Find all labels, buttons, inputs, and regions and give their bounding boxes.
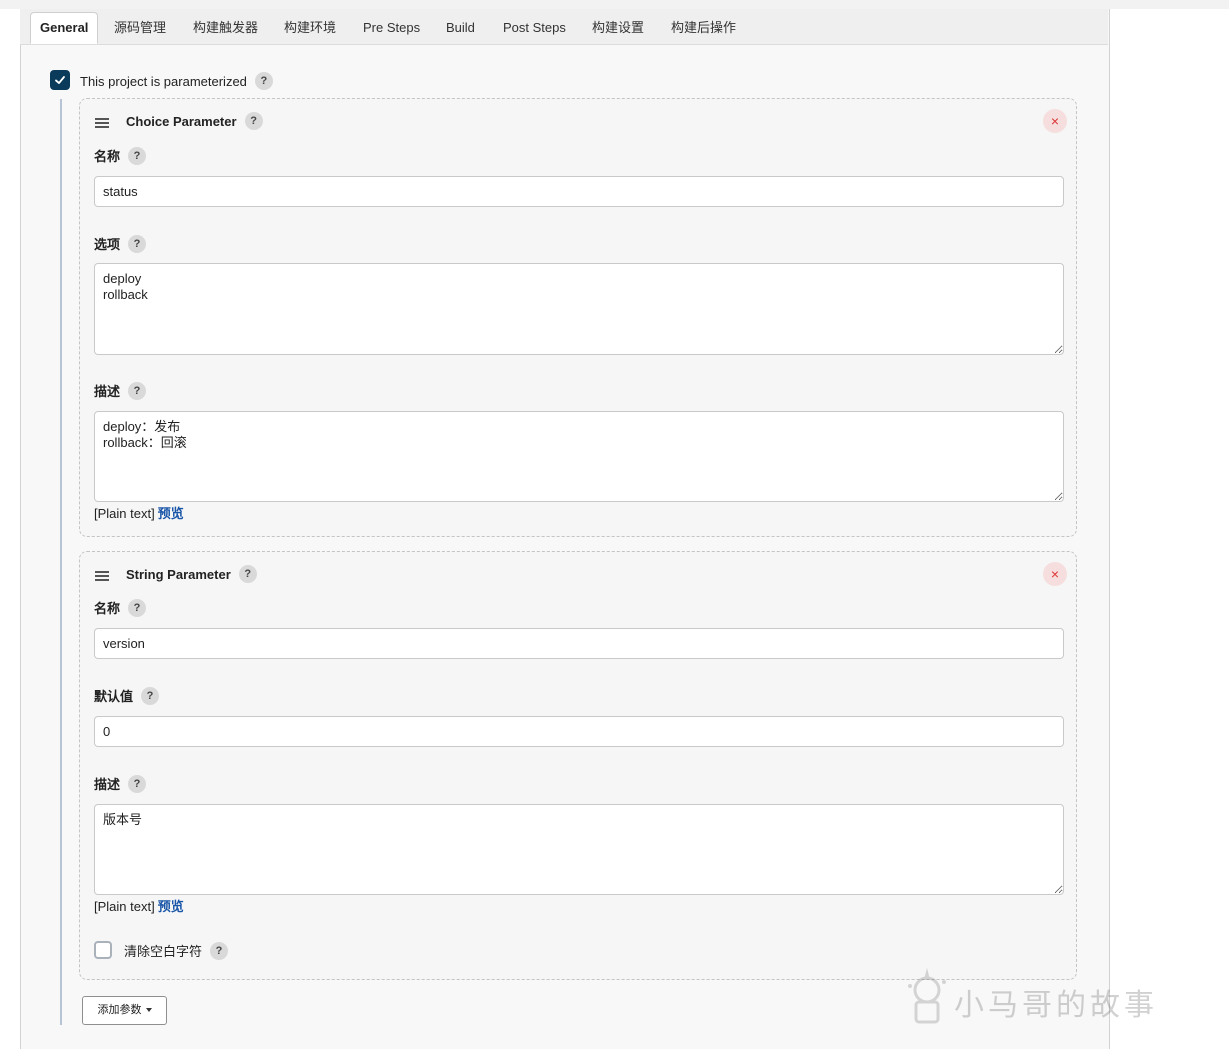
help-icon[interactable]: ? — [210, 941, 229, 960]
caret-down-icon — [145, 1008, 152, 1013]
watermark: 小马哥的故事 — [902, 966, 1172, 1026]
help-icon[interactable]: ? — [238, 565, 257, 583]
choice-name-input[interactable] — [94, 176, 1064, 207]
string-parameter-title: String Parameter? — [126, 565, 257, 583]
choice-parameter-title: Choice Parameter? — [126, 112, 263, 130]
description-label-text: 描述 — [94, 777, 121, 792]
choice-options-textarea[interactable]: deploy rollback — [94, 263, 1064, 355]
description-label: 描述? — [94, 774, 147, 793]
default-value-label-text: 默认值 — [94, 689, 134, 704]
tab-bar: General 源码管理 构建触发器 构建环境 Pre Steps Build … — [20, 9, 1108, 45]
parameterized-checkbox[interactable] — [50, 70, 70, 90]
check-icon — [55, 76, 65, 84]
help-icon[interactable]: ? — [128, 598, 147, 617]
tab-build[interactable]: Build — [436, 19, 485, 44]
options-label-text: 选项 — [94, 237, 121, 252]
trim-label-text: 清除空白字符 — [124, 944, 203, 959]
tab-scm[interactable]: 源码管理 — [104, 19, 176, 44]
name-label: 名称? — [94, 598, 147, 617]
description-label: 描述? — [94, 381, 147, 400]
name-label-text: 名称 — [94, 149, 121, 164]
string-name-input[interactable] — [94, 628, 1064, 659]
description-label-text: 描述 — [94, 384, 121, 399]
parameterized-label-text: This project is parameterized — [80, 73, 247, 89]
preview-link[interactable]: 预览 — [158, 899, 184, 914]
choice-parameter-block: Choice Parameter? × 名称? 选项? deploy rollb… — [79, 98, 1077, 537]
help-icon[interactable]: ? — [128, 234, 147, 253]
remove-parameter-button[interactable]: × — [1043, 562, 1067, 586]
drag-handle-icon[interactable] — [95, 118, 109, 128]
default-value-label: 默认值? — [94, 686, 160, 705]
add-parameter-button[interactable]: 添加参数 — [82, 996, 167, 1025]
choice-description-textarea[interactable]: deploy：发布 rollback：回滚 — [94, 411, 1064, 502]
string-parameter-title-text: String Parameter — [126, 566, 231, 582]
plain-text-hint: [Plain text] 预览 — [94, 503, 184, 522]
string-description-textarea[interactable]: 版本号 — [94, 804, 1064, 895]
help-icon[interactable]: ? — [244, 112, 263, 130]
parameters-guide-line — [60, 99, 62, 1025]
plain-text-label: [Plain text] — [94, 899, 155, 914]
help-icon[interactable]: ? — [128, 774, 147, 793]
top-strip — [0, 0, 1229, 9]
trim-checkbox[interactable] — [94, 941, 112, 959]
tab-build-triggers[interactable]: 构建触发器 — [183, 19, 268, 44]
preview-link[interactable]: 预览 — [158, 506, 184, 521]
parameterized-label: This project is parameterized? — [80, 72, 273, 90]
tab-pre-steps[interactable]: Pre Steps — [353, 19, 430, 44]
remove-parameter-button[interactable]: × — [1043, 109, 1067, 133]
add-parameter-label: 添加参数 — [97, 1004, 142, 1016]
string-parameter-block: String Parameter? × 名称? 默认值? 描述? 版本号 [Pl… — [79, 551, 1077, 980]
tab-post-steps[interactable]: Post Steps — [493, 19, 576, 44]
tab-build-environment[interactable]: 构建环境 — [274, 19, 346, 44]
plain-text-hint: [Plain text] 预览 — [94, 896, 184, 915]
default-value-input[interactable] — [94, 716, 1064, 747]
watermark-text: 小马哥的故事 — [954, 988, 1158, 1023]
help-icon[interactable]: ? — [254, 72, 273, 90]
help-icon[interactable]: ? — [128, 146, 147, 165]
plain-text-label: [Plain text] — [94, 506, 155, 521]
drag-handle-icon[interactable] — [95, 571, 109, 581]
choice-parameter-title-text: Choice Parameter — [126, 113, 237, 129]
options-label: 选项? — [94, 234, 147, 253]
tab-general[interactable]: General — [30, 12, 99, 44]
name-label-text: 名称 — [94, 601, 121, 616]
help-icon[interactable]: ? — [128, 381, 147, 400]
name-label: 名称? — [94, 146, 147, 165]
trim-label: 清除空白字符? — [124, 941, 229, 960]
tab-post-build-actions[interactable]: 构建后操作 — [661, 19, 746, 44]
help-icon[interactable]: ? — [141, 686, 160, 705]
watermark-logo-icon — [908, 968, 946, 1024]
tab-build-settings[interactable]: 构建设置 — [582, 19, 654, 44]
